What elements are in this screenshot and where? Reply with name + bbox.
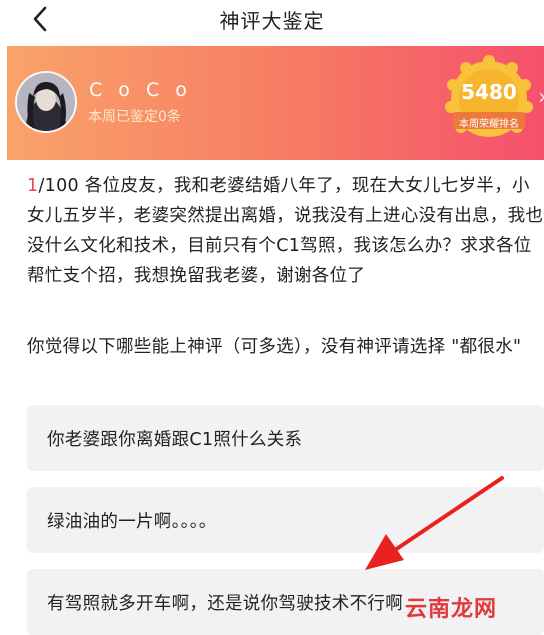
user-name: C o C o bbox=[89, 79, 192, 101]
rank-badge[interactable]: 5480 本周荣耀排名 bbox=[443, 55, 535, 147]
instruction-text: 你觉得以下哪些能上神评（可多选），没有神评请选择 "都很水" bbox=[27, 337, 522, 357]
option-label: 你老婆跟你离婚跟C1照什么关系 bbox=[47, 429, 303, 450]
page-title: 神评大鉴定 bbox=[219, 9, 325, 33]
profile-banner: C o C o 本周已鉴定0条 5480 本周荣耀排名 › bbox=[7, 46, 544, 160]
option-1[interactable]: 你老婆跟你离婚跟C1照什么关系 bbox=[27, 405, 544, 471]
nav-bar: 神评大鉴定 bbox=[0, 0, 544, 38]
badge-number: 5480 bbox=[461, 80, 517, 104]
badge-label: 本周荣耀排名 bbox=[459, 119, 519, 130]
question-text: 1/100 各位皮友，我和老婆结婚八年了，现在大女儿七岁半，小女儿五岁半，老婆突… bbox=[27, 171, 544, 291]
chevron-right-icon: › bbox=[538, 85, 544, 110]
option-2[interactable]: 绿油油的一片啊。。。。 bbox=[27, 487, 544, 553]
question-body: 各位皮友，我和老婆结婚八年了，现在大女儿七岁半，小女儿五岁半，老婆突然提出离婚，… bbox=[27, 176, 544, 286]
option-label: 有驾照就多开车啊，还是说你驾驶技术不行啊 bbox=[47, 593, 403, 614]
avatar[interactable] bbox=[15, 71, 77, 133]
weekly-count: 本周已鉴定0条 bbox=[88, 109, 181, 125]
question-total: /100 bbox=[38, 176, 79, 196]
avatar-image bbox=[17, 73, 75, 131]
question-index: 1 bbox=[27, 176, 39, 196]
option-label: 绿油油的一片啊。。。。 bbox=[47, 511, 217, 532]
watermark: 云南龙网 bbox=[405, 597, 498, 622]
